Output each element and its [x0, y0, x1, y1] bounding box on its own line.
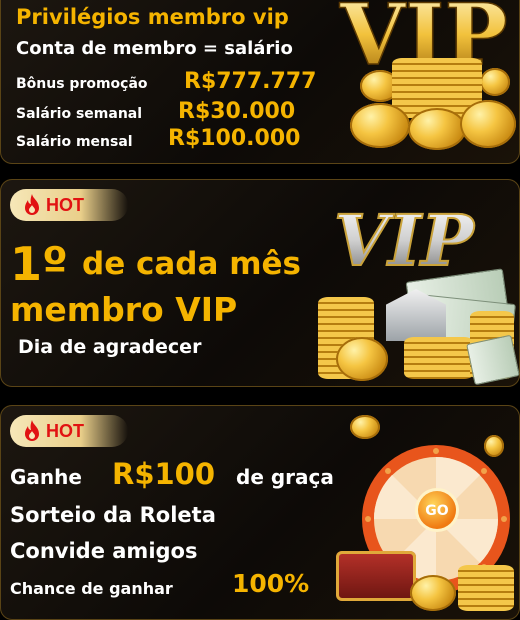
win-suffix: de graça	[236, 465, 334, 489]
monthly-vip-day-banner[interactable]: HOT 1º de cada mês membro VIP Dia de agr…	[0, 179, 520, 387]
first-of-month-number: 1º	[10, 237, 68, 291]
chance-value: 100%	[232, 569, 310, 598]
vip-privileges-title: Privilégios membro vip	[16, 5, 289, 29]
invite-friends-text: Convide amigos	[10, 539, 198, 563]
thanks-day-text: Dia de agradecer	[18, 336, 202, 358]
vip-privileges-banner[interactable]: Privilégios membro vip Conta de membro =…	[0, 0, 520, 164]
bonus-value: R$777.777	[184, 69, 317, 94]
vip-member-text: membro VIP	[10, 290, 238, 329]
go-button-label: GO	[425, 503, 449, 519]
hot-badge: HOT	[10, 415, 128, 447]
win-amount: R$100	[112, 457, 216, 491]
gold-coin-icon	[484, 435, 504, 457]
gold-coin-icon	[336, 337, 388, 381]
first-of-month-text: de cada mês	[82, 246, 301, 282]
coin-stack-icon	[458, 565, 514, 611]
monthly-salary-value: R$100.000	[168, 126, 301, 151]
salary-subtitle: Conta de membro = salário	[16, 38, 293, 59]
roulette-draw-text: Sorteio da Roleta	[10, 503, 216, 527]
coin-stack-icon	[404, 337, 474, 379]
gold-coin-icon	[410, 575, 456, 611]
roulette-banner[interactable]: HOT Ganhe R$100 de graça Sorteio da Role…	[0, 405, 520, 620]
win-prefix: Ganhe	[10, 465, 82, 489]
gold-coin-icon	[480, 68, 510, 96]
hot-badge-label: HOT	[46, 195, 84, 215]
chance-label: Chance de ganhar	[10, 579, 173, 598]
go-button[interactable]: GO	[418, 491, 456, 529]
flame-icon	[25, 420, 39, 441]
weekly-salary-label: Salário semanal	[16, 106, 143, 122]
bonus-label: Bônus promoção	[16, 76, 148, 92]
monthly-salary-label: Salário mensal	[16, 134, 133, 150]
treasure-chest-icon	[336, 551, 416, 601]
vip-diamond-logo: VIP	[330, 197, 510, 283]
gold-coin-icon	[350, 415, 380, 439]
hot-badge-label: HOT	[46, 421, 84, 441]
hot-badge: HOT	[10, 189, 128, 221]
gold-coin-icon	[350, 103, 410, 148]
gold-coin-icon	[408, 108, 466, 150]
flame-icon	[25, 194, 39, 215]
svg-text:VIP: VIP	[334, 199, 476, 279]
weekly-salary-value: R$30.000	[178, 99, 296, 124]
gold-coin-icon	[460, 100, 516, 148]
money-bill-icon	[466, 334, 520, 386]
